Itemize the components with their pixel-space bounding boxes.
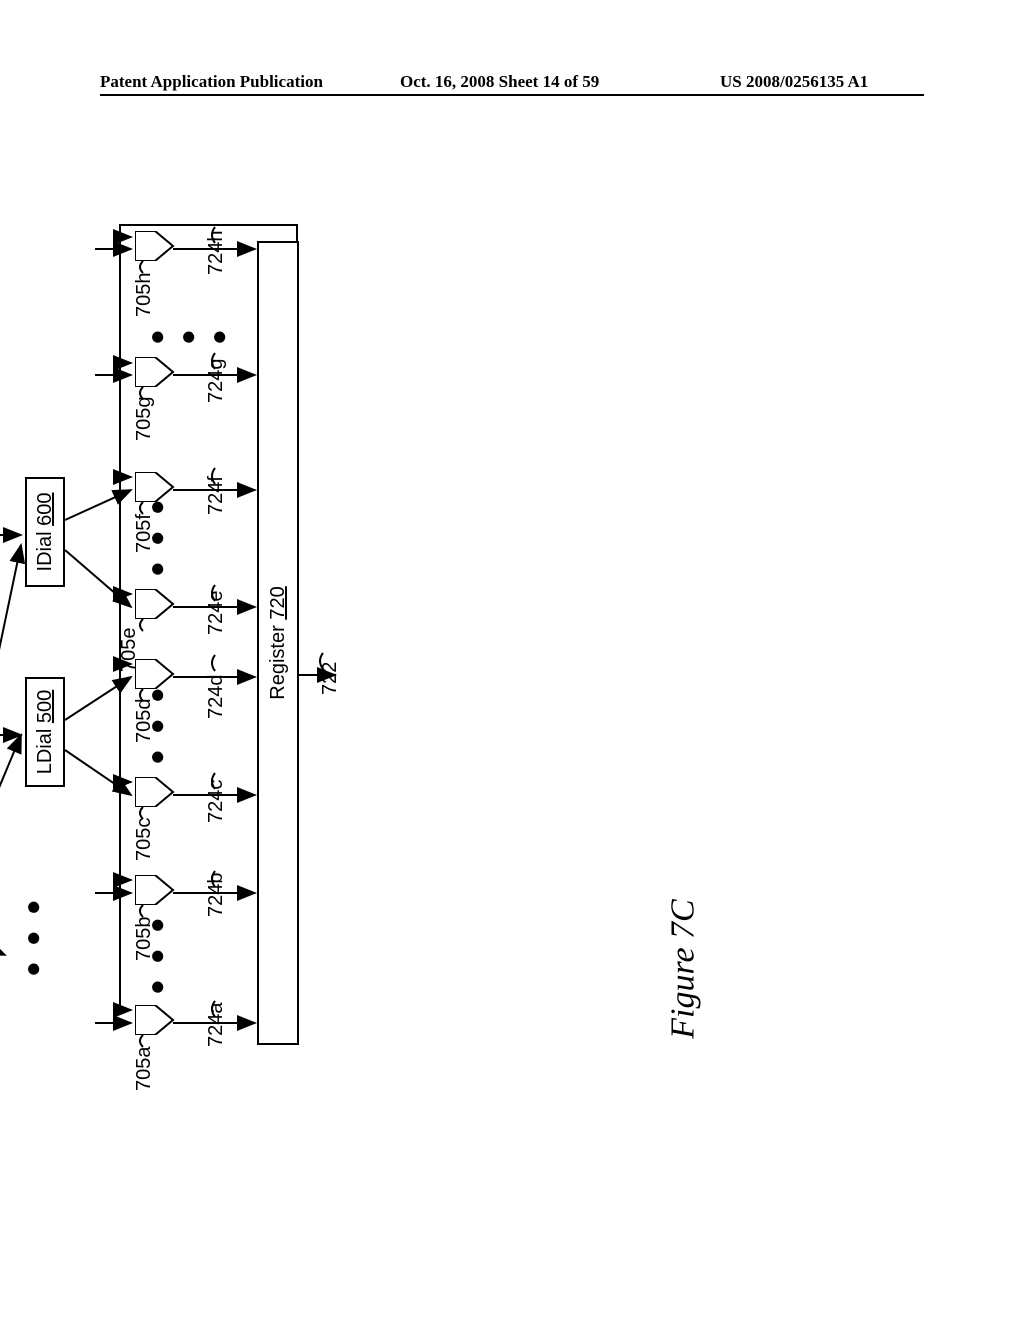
register-num: 720	[267, 586, 290, 619]
ldial-num: 500	[34, 690, 57, 723]
out-label-a: 724a	[205, 1003, 228, 1048]
mux-b	[135, 879, 155, 905]
idial-num: 600	[34, 493, 57, 526]
idial-block: IDial 600	[25, 477, 65, 587]
dots-4: ● ● ●	[141, 495, 172, 577]
out-label-c: 724c	[205, 780, 228, 823]
mux-c	[135, 781, 155, 807]
out-label-h: 724h	[205, 231, 228, 276]
register-name: Register	[267, 625, 290, 699]
header-left: Patent Application Publication	[100, 72, 323, 92]
dots-3: ● ● ●	[141, 683, 172, 765]
mux-a	[135, 1009, 155, 1035]
header-right: US 2008/0256135 A1	[720, 72, 868, 92]
mux-g	[135, 361, 155, 387]
mux-label-e: 705e	[118, 628, 141, 673]
out-label-b: 724b	[205, 873, 228, 918]
ldial-name: LDial	[34, 729, 57, 775]
ldial-block: LDial 500	[25, 677, 65, 787]
dots-5: ● ● ●	[141, 315, 234, 345]
idial-name: IDial	[34, 531, 57, 571]
header-rule	[100, 94, 924, 96]
mux-h	[135, 235, 155, 261]
register-block: Register 720	[257, 241, 299, 1045]
mux-label-a: 705a	[133, 1047, 156, 1092]
figure-caption: Figure 7C	[665, 900, 703, 1039]
mux-label-c: 705c	[133, 818, 156, 861]
mux-e	[135, 593, 155, 619]
register-out-label: 722	[319, 662, 342, 695]
mux-label-h: 705h	[133, 273, 156, 318]
header-mid: Oct. 16, 2008 Sheet 14 of 59	[400, 72, 599, 92]
dots-2: ● ● ●	[141, 913, 172, 995]
out-label-e: 724e	[205, 591, 228, 636]
dots-1: ● ● ●	[17, 895, 48, 977]
figure-diagram: CDial 700 LDial 500 IDial 600 705a 705b …	[5, 315, 925, 965]
mux-label-g: 705g	[133, 397, 156, 442]
out-label-g: 724g	[205, 359, 228, 404]
out-label-d: 724d	[205, 675, 228, 720]
out-label-f: 724f	[205, 476, 228, 515]
